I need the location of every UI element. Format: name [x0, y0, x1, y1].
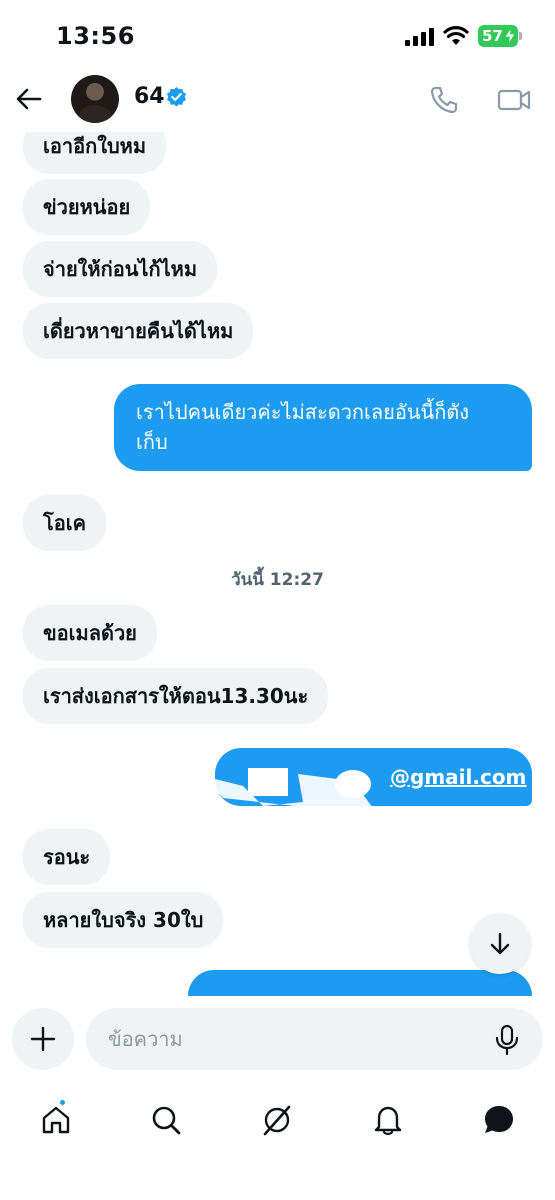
- incoming-message[interactable]: หลายใบจริง 30ใบ: [23, 892, 224, 948]
- conversation-header: 64: [0, 70, 555, 132]
- incoming-message[interactable]: จ่ายให้ก่อนไก้ไหม: [23, 241, 218, 297]
- incoming-message[interactable]: ขอเมลด้วย: [23, 605, 157, 661]
- message-input[interactable]: [86, 1008, 543, 1070]
- nav-search[interactable]: [144, 1098, 188, 1142]
- notification-dot: [58, 1098, 67, 1107]
- message-line: เก็บ: [136, 430, 168, 454]
- video-camera-icon[interactable]: [496, 84, 532, 116]
- home-icon: [42, 1106, 70, 1134]
- outgoing-message-email[interactable]: @gmail.com: [203, 748, 532, 808]
- bell-icon: [374, 1106, 402, 1135]
- incoming-message[interactable]: ข่วยหน่อย: [23, 179, 151, 235]
- outgoing-message[interactable]: เราไปคนเดียวค่ะไม่สะดวกเลยอันนี้ก็ตัง เก…: [114, 384, 532, 471]
- incoming-message[interactable]: เราส่งเอกสารให้ตอน13.30นะ: [23, 668, 329, 724]
- scroll-to-bottom-button[interactable]: [470, 914, 530, 974]
- email-link[interactable]: @gmail.com: [390, 762, 526, 792]
- wifi-icon: [443, 26, 469, 45]
- contact-name[interactable]: 64: [134, 84, 165, 109]
- nav-notifications[interactable]: [366, 1098, 410, 1142]
- arrow-down-icon: [490, 932, 510, 955]
- microphone-icon[interactable]: [494, 1024, 520, 1056]
- grok-icon: [263, 1105, 291, 1136]
- plus-icon: [30, 1026, 56, 1052]
- nav-messages[interactable]: [477, 1098, 521, 1142]
- status-bar: 13:56 57: [0, 0, 555, 70]
- message-line: เราไปคนเดียวค่ะไม่สะดวกเลยอันนี้ก็ตัง: [136, 400, 470, 424]
- incoming-message[interactable]: รอนะ: [23, 829, 111, 885]
- incoming-message[interactable]: โอเค: [23, 495, 106, 551]
- redaction-scribble: [203, 768, 373, 808]
- arrow-left-icon[interactable]: [14, 84, 44, 114]
- verified-badge-icon: [166, 87, 187, 107]
- incoming-message[interactable]: เดี่ยวหาขายคืนได้ไหม: [23, 303, 254, 359]
- charging-bolt-icon: [505, 28, 515, 44]
- search-icon: [152, 1106, 181, 1135]
- signal-icon: [405, 28, 434, 46]
- battery-level: 57: [482, 27, 503, 45]
- battery-indicator: 57: [478, 25, 522, 47]
- add-attachment-button[interactable]: [12, 1008, 74, 1070]
- nav-home[interactable]: [34, 1098, 78, 1142]
- status-time: 13:56: [56, 22, 135, 50]
- phone-icon[interactable]: [428, 84, 460, 116]
- message-composer: [0, 996, 555, 1082]
- nav-grok[interactable]: [255, 1098, 299, 1142]
- message-timestamp: วันนี้ 12:27: [231, 570, 324, 590]
- bottom-navigation: [0, 1082, 555, 1200]
- avatar[interactable]: [71, 75, 119, 123]
- message-bubble-icon: [485, 1106, 513, 1133]
